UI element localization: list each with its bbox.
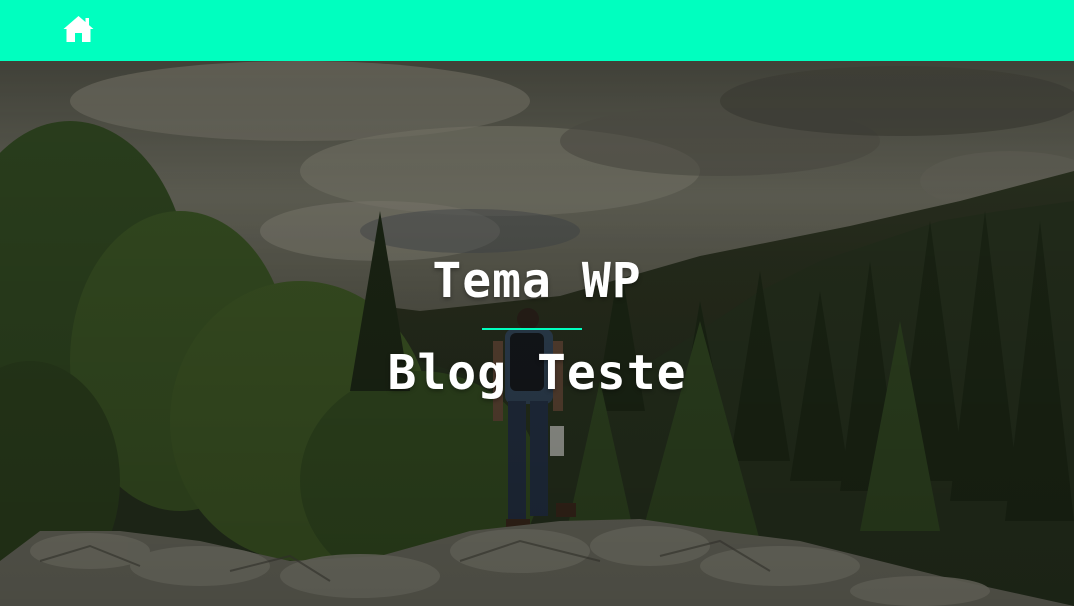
hero-text-overlay: Tema WP Blog Teste [0,61,1074,606]
top-navbar [0,0,1074,61]
home-icon [63,16,94,42]
title-divider [482,328,582,330]
home-link[interactable] [62,14,95,44]
site-title[interactable]: Tema WP [0,253,1074,309]
hero-banner: Tema WP Blog Teste [0,61,1074,606]
site-subtitle: Blog Teste [387,345,687,401]
